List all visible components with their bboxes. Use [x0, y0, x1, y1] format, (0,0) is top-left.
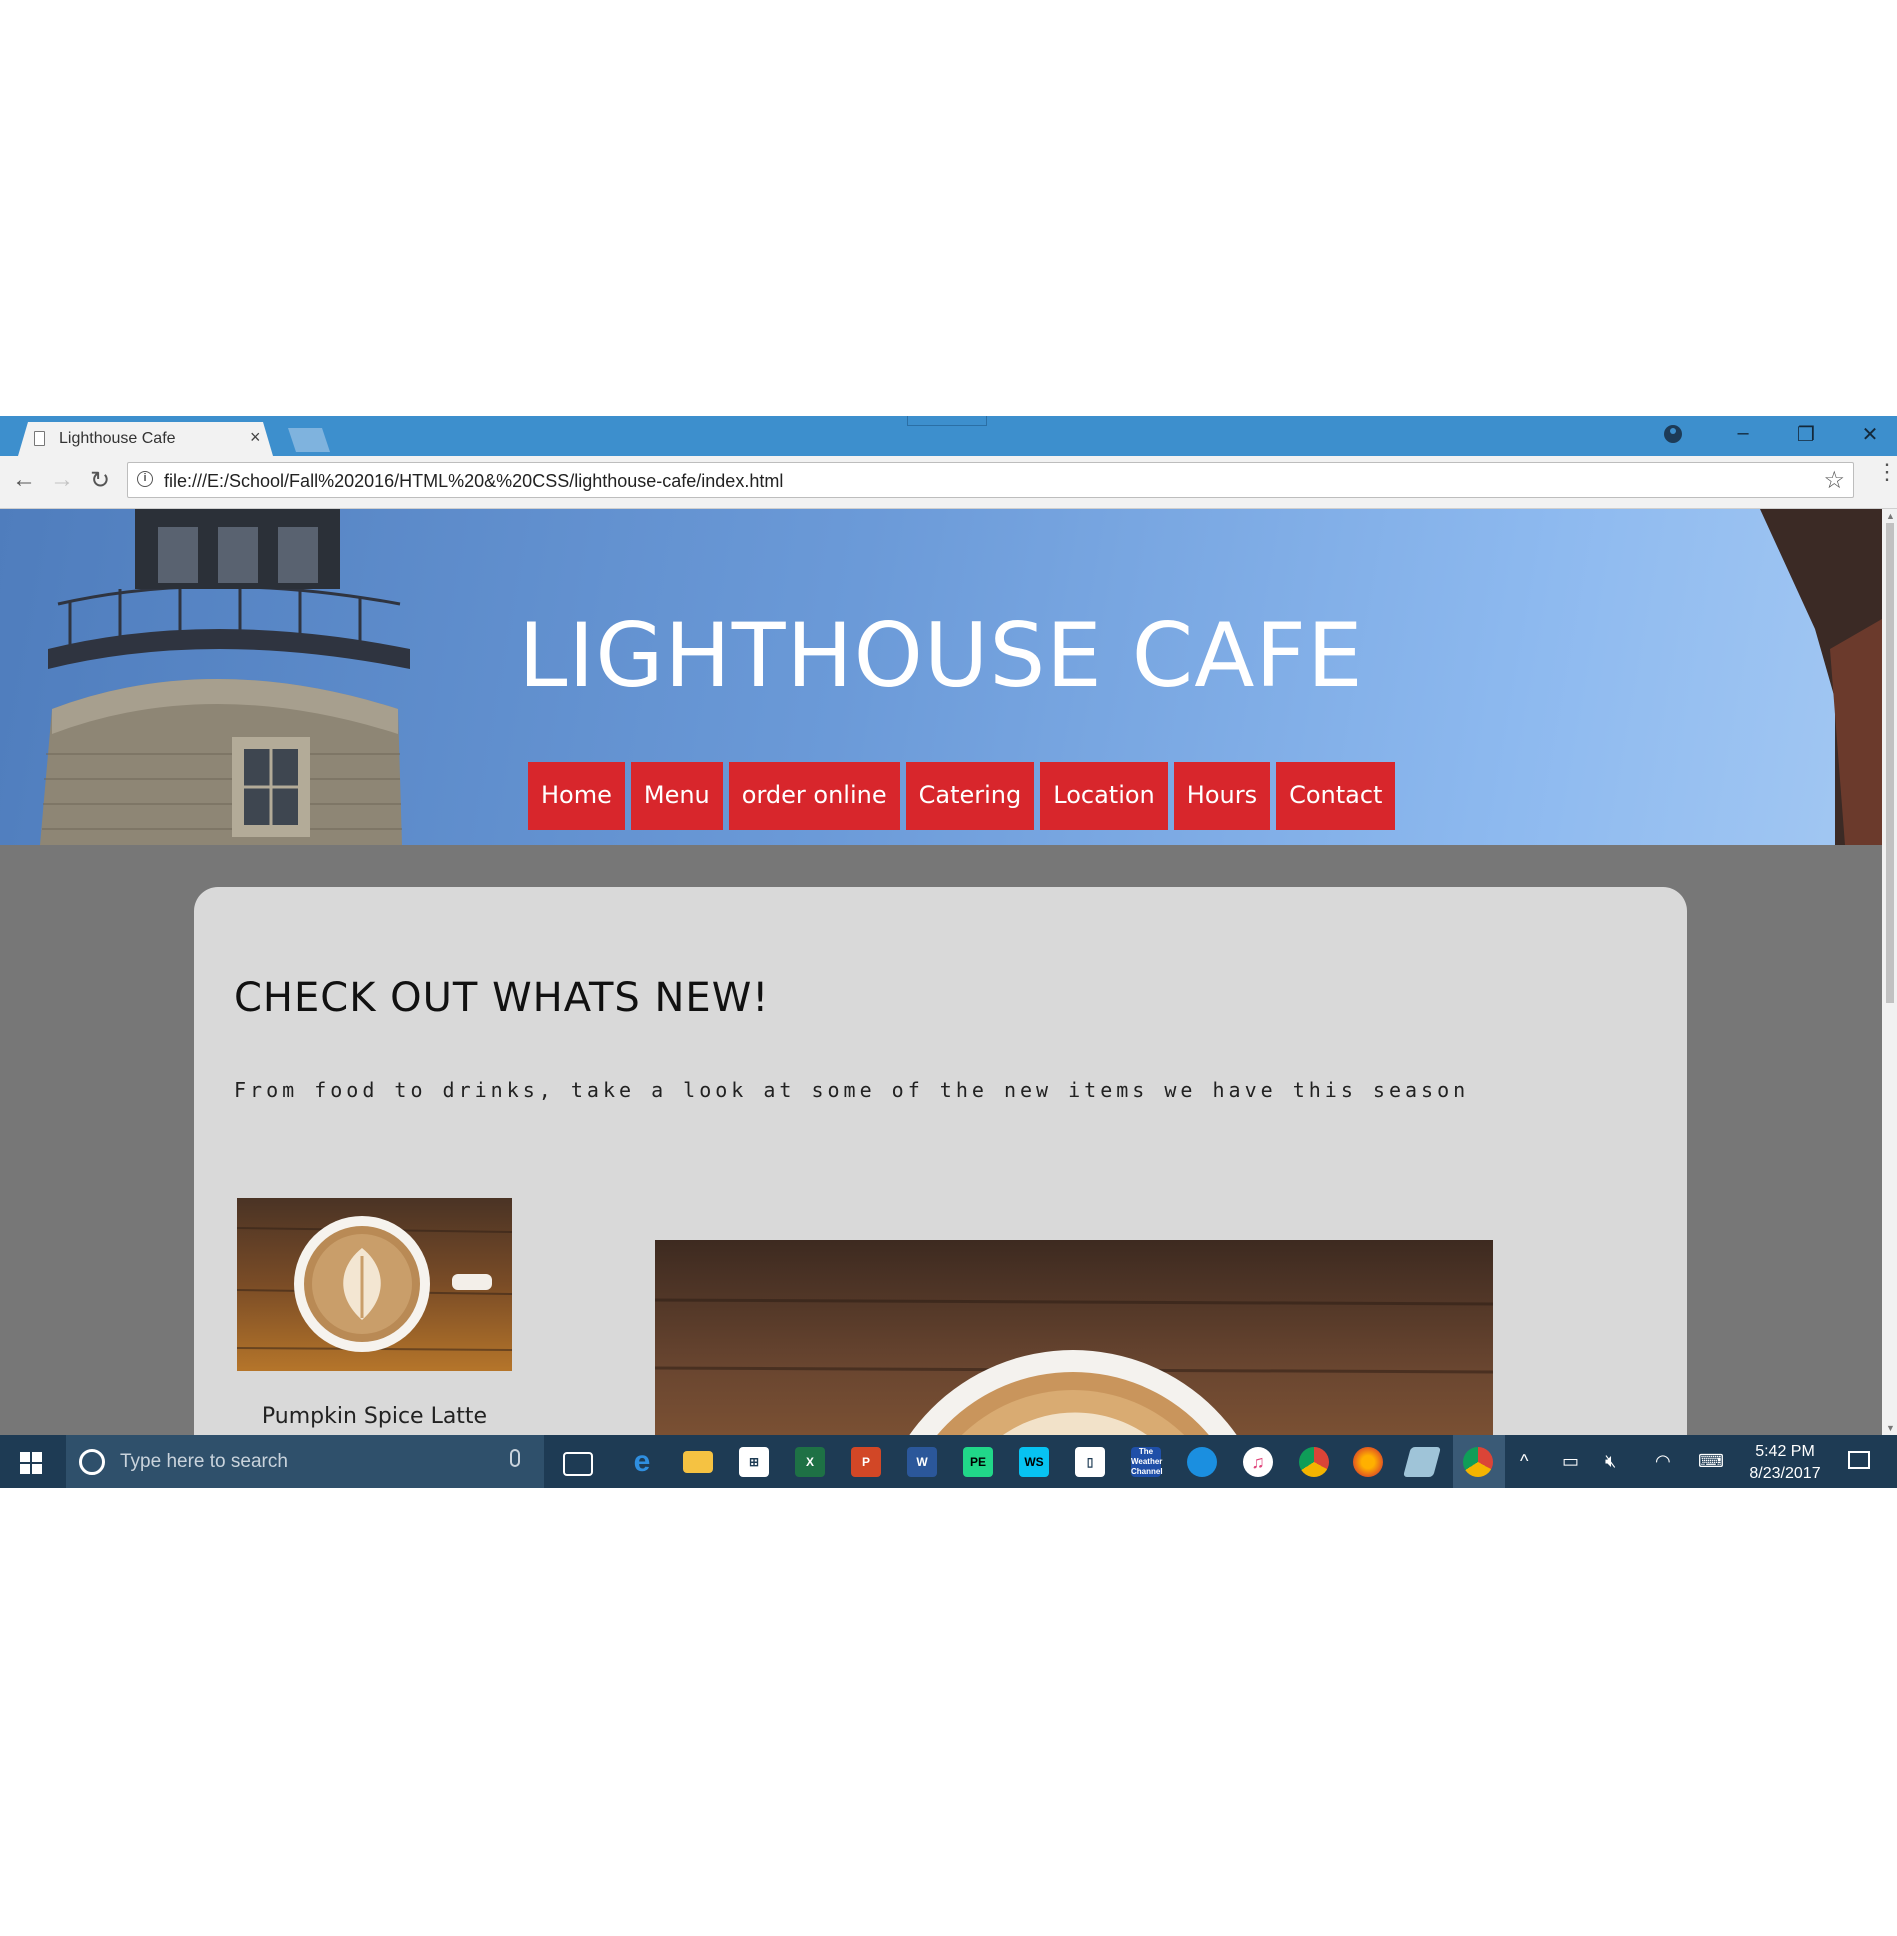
nav-home[interactable]: Home — [528, 762, 625, 830]
keyboard-icon[interactable]: ⌨ — [1698, 1451, 1724, 1472]
firefox-icon[interactable] — [1353, 1447, 1383, 1477]
powerpoint-icon[interactable]: P — [851, 1447, 881, 1477]
windows-start-button[interactable] — [20, 1452, 42, 1474]
nav-menu[interactable]: Menu — [630, 762, 723, 830]
item-caption: Pumpkin Spice Latte — [261, 1404, 488, 1429]
back-button[interactable]: ← — [12, 466, 36, 494]
restore-button[interactable]: ❐ — [1791, 422, 1821, 447]
account-icon[interactable] — [1664, 425, 1682, 443]
nav-location[interactable]: Location — [1040, 762, 1168, 830]
reload-button[interactable]: ↻ — [90, 466, 110, 495]
nav-catering[interactable]: Catering — [905, 762, 1035, 830]
document-icon — [34, 431, 45, 446]
chrome-active-icon[interactable] — [1463, 1447, 1493, 1477]
weather-channel-icon[interactable]: The Weather Channel — [1131, 1447, 1163, 1477]
bookmark-star-icon[interactable]: ☆ — [1823, 466, 1845, 495]
pumpkin-spice-latte-image[interactable] — [237, 1198, 512, 1371]
clock-date: 8/23/2017 — [1749, 1465, 1821, 1482]
url-text[interactable]: file:///E:/School/Fall%202016/HTML%20&%2… — [164, 471, 783, 492]
minimize-button[interactable]: – — [1728, 422, 1758, 445]
new-tab-button[interactable] — [288, 428, 330, 452]
clock-time: 5:42 PM — [1755, 1443, 1815, 1460]
itunes-icon[interactable]: ♫ — [1243, 1447, 1273, 1477]
app-icon-2[interactable] — [1402, 1447, 1442, 1477]
scroll-down-arrow-icon[interactable]: ▼ — [1886, 1423, 1895, 1433]
file-explorer-icon[interactable] — [683, 1451, 713, 1473]
microphone-icon[interactable] — [510, 1449, 520, 1467]
main-nav: Home Menu order online Catering Location… — [528, 762, 1396, 830]
taskbar-search-box[interactable]: Type here to search — [66, 1435, 544, 1488]
page-viewport: LIGHTHOUSE CAFE Home Menu order online C… — [0, 509, 1882, 1435]
screen: Lighthouse Cafe × – ❐ ✕ ← → ↻ i file:///… — [0, 416, 1897, 1488]
site-title: LIGHTHOUSE CAFE — [518, 604, 1364, 707]
chrome-icon[interactable] — [1299, 1447, 1329, 1477]
browser-tab[interactable]: Lighthouse Cafe × — [18, 422, 273, 456]
search-placeholder[interactable]: Type here to search — [120, 1451, 288, 1473]
scrollbar-thumb[interactable] — [1886, 523, 1894, 1003]
store-icon[interactable]: ⊞ — [739, 1447, 769, 1477]
pycharm-icon[interactable]: PE — [963, 1447, 993, 1477]
nav-hours[interactable]: Hours — [1173, 762, 1271, 830]
close-window-button[interactable]: ✕ — [1855, 422, 1885, 447]
excel-icon[interactable]: X — [795, 1447, 825, 1477]
onedrive-icon[interactable] — [1187, 1447, 1217, 1477]
info-icon[interactable]: i — [137, 471, 153, 487]
latte-feature-image[interactable] — [655, 1240, 1493, 1435]
vertical-scrollbar[interactable]: ▲ ▼ — [1882, 509, 1897, 1435]
volume-muted-icon[interactable]: 🔇︎ — [1605, 1451, 1616, 1472]
tab-title: Lighthouse Cafe — [59, 430, 176, 447]
forward-button[interactable]: → — [50, 466, 74, 494]
windows-taskbar: Type here to search e ⊞ X P W PE WS ▯ Th… — [0, 1435, 1897, 1488]
tab-close-button[interactable]: × — [250, 427, 261, 448]
nav-order-online[interactable]: order online — [728, 762, 900, 830]
edge-icon[interactable]: e — [627, 1447, 657, 1477]
battery-icon[interactable]: ▭ — [1562, 1451, 1579, 1472]
wifi-icon[interactable]: ◠ — [1655, 1451, 1671, 1472]
action-center-icon[interactable] — [1848, 1451, 1870, 1469]
site-header: LIGHTHOUSE CAFE Home Menu order online C… — [0, 509, 1882, 845]
taskbar-clock[interactable]: 5:42 PM 8/23/2017 — [1740, 1441, 1830, 1485]
tray-chevron-icon[interactable]: ^ — [1520, 1451, 1528, 1472]
browser-menu-button[interactable]: ⋮ — [1876, 461, 1897, 483]
webstorm-icon[interactable]: WS — [1019, 1447, 1049, 1477]
section-heading: CHECK OUT WHATS NEW! — [234, 975, 770, 1021]
scroll-up-arrow-icon[interactable]: ▲ — [1886, 511, 1895, 521]
section-subheading: From food to drinks, take a look at some… — [234, 1078, 1470, 1102]
window-drag-handle[interactable] — [907, 416, 987, 426]
word-icon[interactable]: W — [907, 1447, 937, 1477]
browser-toolbar: ← → ↻ i file:///E:/School/Fall%202016/HT… — [0, 456, 1897, 509]
content-card: CHECK OUT WHATS NEW! From food to drinks… — [194, 887, 1687, 1435]
nav-contact[interactable]: Contact — [1276, 762, 1396, 830]
cortana-icon[interactable] — [79, 1449, 105, 1475]
app-icon[interactable]: ▯ — [1075, 1447, 1105, 1477]
task-view-icon[interactable] — [563, 1452, 593, 1476]
browser-title-bar: Lighthouse Cafe × – ❐ ✕ — [0, 416, 1897, 456]
address-bar[interactable]: i file:///E:/School/Fall%202016/HTML%20&… — [127, 462, 1854, 498]
